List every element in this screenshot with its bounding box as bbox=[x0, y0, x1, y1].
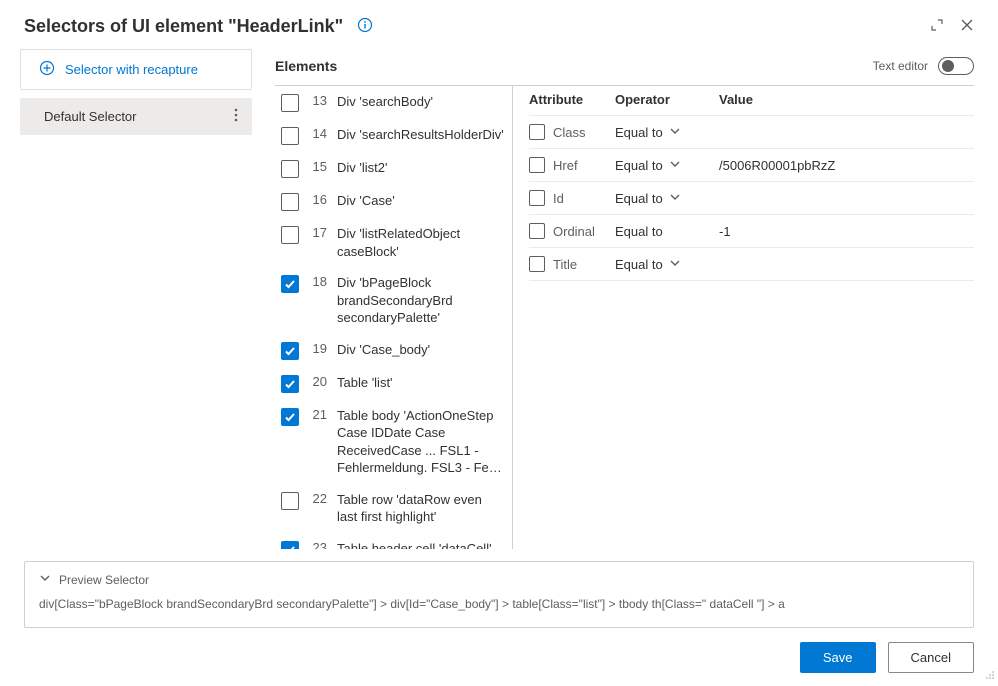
element-label: Div 'searchBody' bbox=[337, 93, 504, 111]
elements-title: Elements bbox=[275, 58, 337, 74]
element-label: Table body 'ActionOneStep Case IDDate Ca… bbox=[337, 407, 504, 477]
element-checkbox[interactable] bbox=[281, 160, 299, 178]
element-index: 13 bbox=[309, 93, 327, 108]
more-icon[interactable] bbox=[228, 108, 244, 125]
attribute-operator[interactable]: Equal to bbox=[615, 257, 663, 272]
attribute-row: Id Equal to bbox=[529, 182, 974, 215]
attribute-checkbox[interactable] bbox=[529, 157, 545, 173]
attribute-operator[interactable]: Equal to bbox=[615, 158, 663, 173]
attribute-row: Title Equal to bbox=[529, 248, 974, 281]
attributes-panel: Attribute Operator Value ClassEqual toHr… bbox=[513, 86, 974, 549]
attribute-value[interactable]: -1 bbox=[719, 224, 974, 239]
close-icon[interactable] bbox=[960, 18, 974, 35]
text-editor-toggle[interactable] bbox=[938, 57, 974, 75]
chevron-down-icon[interactable] bbox=[669, 158, 681, 173]
element-row[interactable]: 21 Table body 'ActionOneStep Case IDDate … bbox=[275, 400, 512, 484]
attribute-row: Ordinal Equal to -1 bbox=[529, 215, 974, 248]
info-icon[interactable] bbox=[357, 17, 373, 36]
element-label: Table header cell 'dataCell' bbox=[337, 540, 504, 549]
sidebar-item-default-selector[interactable]: Default Selector bbox=[20, 98, 252, 135]
attribute-name: Href bbox=[553, 158, 578, 173]
attribute-operator[interactable]: Equal to bbox=[615, 191, 663, 206]
expand-icon[interactable] bbox=[930, 18, 944, 35]
attribute-operator[interactable]: Equal to bbox=[615, 125, 663, 140]
element-row[interactable]: 13 Div 'searchBody' bbox=[275, 86, 512, 119]
attribute-checkbox[interactable] bbox=[529, 124, 545, 140]
preview-selector-text: div[Class="bPageBlock brandSecondaryBrd … bbox=[39, 597, 959, 613]
element-label: Table 'list' bbox=[337, 374, 504, 392]
attribute-operator[interactable]: Equal to bbox=[615, 224, 663, 239]
element-row[interactable]: 19 Div 'Case_body' bbox=[275, 334, 512, 367]
element-index: 18 bbox=[309, 274, 327, 289]
element-index: 20 bbox=[309, 374, 327, 389]
element-row[interactable]: 22 Table row 'dataRow even last first hig… bbox=[275, 484, 512, 533]
chevron-down-icon[interactable] bbox=[669, 191, 681, 206]
element-index: 17 bbox=[309, 225, 327, 240]
element-checkbox[interactable] bbox=[281, 342, 299, 360]
element-index: 14 bbox=[309, 126, 327, 141]
attribute-name: Id bbox=[553, 191, 564, 206]
element-row[interactable]: 17 Div 'listRelatedObject caseBlock' bbox=[275, 218, 512, 267]
element-checkbox[interactable] bbox=[281, 541, 299, 549]
col-operator: Operator bbox=[615, 92, 719, 107]
preview-toggle[interactable]: Preview Selector bbox=[39, 572, 959, 587]
attribute-row: Href Equal to/5006R00001pbRzZ bbox=[529, 149, 974, 182]
attribute-name: Ordinal bbox=[553, 224, 595, 239]
dialog-title: Selectors of UI element "HeaderLink" bbox=[24, 16, 343, 37]
element-label: Div 'bPageBlock brandSecondaryBrd second… bbox=[337, 274, 504, 327]
add-circle-icon bbox=[39, 60, 55, 79]
selector-with-recapture-button[interactable]: Selector with recapture bbox=[20, 49, 252, 90]
elements-list[interactable]: 13 Div 'searchBody' 14 Div 'searchResultsHo… bbox=[275, 86, 513, 549]
chevron-down-icon[interactable] bbox=[669, 125, 681, 140]
element-row[interactable]: 20 Table 'list' bbox=[275, 367, 512, 400]
element-checkbox[interactable] bbox=[281, 275, 299, 293]
attribute-value[interactable]: /5006R00001pbRzZ bbox=[719, 158, 974, 173]
element-label: Div 'searchResultsHolderDiv' bbox=[337, 126, 504, 144]
element-index: 22 bbox=[309, 491, 327, 506]
element-index: 16 bbox=[309, 192, 327, 207]
element-row[interactable]: 23 Table header cell 'dataCell' bbox=[275, 533, 512, 549]
element-row[interactable]: 18 Div 'bPageBlock brandSecondaryBrd seco… bbox=[275, 267, 512, 334]
cancel-button[interactable]: Cancel bbox=[888, 642, 974, 673]
element-row[interactable]: 16 Div 'Case' bbox=[275, 185, 512, 218]
attribute-row: Class Equal to bbox=[529, 116, 974, 149]
element-checkbox[interactable] bbox=[281, 127, 299, 145]
element-label: Table row 'dataRow even last first highl… bbox=[337, 491, 504, 526]
attribute-name: Title bbox=[553, 257, 577, 272]
element-checkbox[interactable] bbox=[281, 94, 299, 112]
save-button[interactable]: Save bbox=[800, 642, 876, 673]
resize-grip-icon[interactable] bbox=[985, 668, 995, 683]
selector-item-label: Default Selector bbox=[44, 109, 137, 124]
text-editor-label: Text editor bbox=[873, 59, 928, 73]
element-index: 19 bbox=[309, 341, 327, 356]
attribute-checkbox[interactable] bbox=[529, 190, 545, 206]
attribute-checkbox[interactable] bbox=[529, 223, 545, 239]
preview-label: Preview Selector bbox=[59, 573, 149, 587]
element-row[interactable]: 15 Div 'list2' bbox=[275, 152, 512, 185]
element-label: Div 'list2' bbox=[337, 159, 504, 177]
element-checkbox[interactable] bbox=[281, 492, 299, 510]
element-label: Div 'Case' bbox=[337, 192, 504, 210]
element-label: Div 'listRelatedObject caseBlock' bbox=[337, 225, 504, 260]
element-index: 15 bbox=[309, 159, 327, 174]
preview-selector-panel: Preview Selector div[Class="bPageBlock b… bbox=[24, 561, 974, 628]
element-label: Div 'Case_body' bbox=[337, 341, 504, 359]
col-value: Value bbox=[719, 92, 974, 107]
attribute-checkbox[interactable] bbox=[529, 256, 545, 272]
chevron-down-icon[interactable] bbox=[669, 257, 681, 272]
element-index: 21 bbox=[309, 407, 327, 422]
element-checkbox[interactable] bbox=[281, 193, 299, 211]
attribute-name: Class bbox=[553, 125, 586, 140]
recapture-label: Selector with recapture bbox=[65, 62, 198, 77]
element-index: 23 bbox=[309, 540, 327, 549]
element-checkbox[interactable] bbox=[281, 375, 299, 393]
element-row[interactable]: 14 Div 'searchResultsHolderDiv' bbox=[275, 119, 512, 152]
element-checkbox[interactable] bbox=[281, 226, 299, 244]
col-attribute: Attribute bbox=[529, 92, 615, 107]
chevron-down-icon bbox=[39, 572, 51, 587]
element-checkbox[interactable] bbox=[281, 408, 299, 426]
